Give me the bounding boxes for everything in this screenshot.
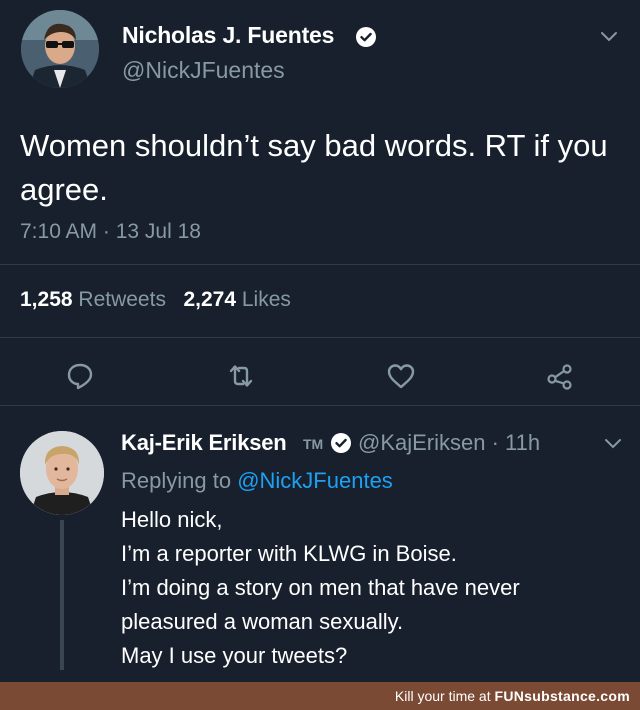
thread-line: [60, 520, 64, 670]
watermark-text: Kill your time at FUNsubstance.com: [395, 688, 630, 704]
verified-badge-icon: [331, 433, 351, 453]
tm-mark: TM: [303, 436, 324, 452]
watermark-bar: Kill your time at FUNsubstance.com: [0, 682, 640, 710]
chevron-down-icon[interactable]: [604, 437, 622, 451]
watermark-prefix: Kill your time at: [394, 688, 491, 704]
watermark-brand[interactable]: FUNsubstance.com: [495, 688, 631, 704]
reply-text: Hello nick, I’m a reporter with KLWG in …: [121, 503, 520, 673]
retweets-label: Retweets: [78, 288, 166, 311]
replying-to: Replying to @NickJFuentes: [121, 468, 393, 494]
avatar[interactable]: [21, 10, 99, 88]
retweets-count: 1,258: [20, 288, 73, 311]
chevron-down-icon[interactable]: [600, 30, 618, 44]
reply-line: I’m doing a story on men that have never: [121, 575, 520, 600]
avatar-image: [21, 10, 99, 88]
tweet-text: Women shouldn’t say bad words. RT if you…: [20, 128, 608, 207]
retweets-stat[interactable]: 1,258 Retweets: [20, 288, 166, 311]
replying-to-link[interactable]: @NickJFuentes: [237, 468, 393, 493]
like-icon[interactable]: [386, 361, 416, 391]
reply-icon[interactable]: [65, 361, 95, 391]
likes-label: Likes: [241, 288, 291, 311]
divider: [0, 337, 640, 338]
twitter-screen: Nicholas J. Fuentes @NickJFuentes Women …: [0, 0, 640, 682]
verified-badge-icon: [356, 27, 376, 47]
author-name[interactable]: Nicholas J. Fuentes: [122, 22, 334, 49]
reply-line: Hello nick,: [121, 507, 223, 532]
divider: [0, 264, 640, 265]
replying-prefix: Replying to: [121, 468, 232, 493]
tweet-timestamp[interactable]: 7:10 AM · 13 Jul 18: [20, 220, 201, 244]
likes-count: 2,274: [183, 288, 237, 311]
reply-line: May I use your tweets?: [121, 643, 348, 668]
author-handle[interactable]: @NickJFuentes: [122, 57, 285, 84]
reply-line: pleasured a woman sexually.: [121, 609, 404, 634]
avatar[interactable]: [20, 431, 104, 515]
tweet-stats: 1,258 Retweets 2,274 Likes: [20, 288, 291, 312]
likes-stat[interactable]: 2,274 Likes: [183, 288, 290, 311]
share-icon[interactable]: [545, 361, 575, 391]
reply-line: I’m a reporter with KLWG in Boise.: [121, 541, 457, 566]
avatar-image: [20, 431, 104, 515]
reply-handle-time[interactable]: @KajEriksen · 11h: [358, 430, 540, 456]
reply-author-name[interactable]: Kaj-Erik Eriksen: [121, 430, 287, 456]
main-tweet: Nicholas J. Fuentes @NickJFuentes Women …: [0, 0, 640, 406]
retweet-icon[interactable]: [226, 361, 256, 391]
